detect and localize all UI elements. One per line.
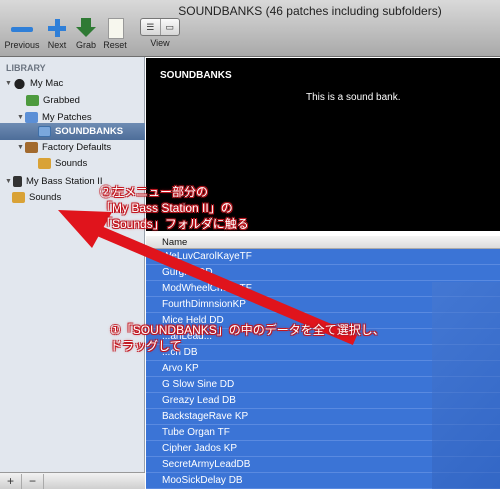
sidebar-item-factory-sounds[interactable]: Sounds [0,155,145,172]
reset-label: Reset [103,40,127,50]
table-row[interactable]: Gurgler DD [146,265,500,281]
sidebar-item-factory-defaults[interactable]: ▼ Factory Defaults [0,139,145,156]
next-label: Next [47,40,67,50]
sidebar-item-soundbanks[interactable]: SOUNDBANKS [0,123,145,140]
disclosure-triangle-icon[interactable]: ▼ [16,114,25,121]
reset-button[interactable]: Reset [100,18,130,50]
previous-icon [9,18,35,38]
sidebar-item-label: Sounds [55,158,88,169]
disclosure-triangle-icon[interactable]: ▼ [16,144,25,151]
sidebar-item-label: My Bass Station II [26,176,103,187]
annotation-line: ドラッグして [110,339,182,353]
disclosure-triangle-icon[interactable]: ▼ [4,178,13,185]
annotation-line: ①「SOUNDBANKS」の中のデータを全て選択し、 [110,323,385,337]
download-arrow-icon [73,18,99,38]
folder-icon [25,112,38,123]
view-segmented-control[interactable]: ☰ ▭ [140,18,180,36]
annotation-line: 「My Bass Station II」の [100,201,233,215]
name-column-header[interactable]: Name [146,236,500,249]
remove-button[interactable]: − [22,473,44,489]
bank-description: This is a sound bank. [306,92,401,103]
sidebar-item-label: My Mac [30,78,64,89]
annotation-line: 「Sounds」フォルダに触る [100,217,249,231]
sounds-icon [38,158,51,169]
disclosure-triangle-icon[interactable]: ▼ [4,80,13,87]
next-button[interactable]: Next [42,18,72,50]
factory-icon [25,142,38,153]
sidebar-item-label: Factory Defaults [42,142,112,153]
detail-view-icon[interactable]: ▭ [159,19,180,35]
sidebar-item-label: Grabbed [43,95,80,106]
annotation-step-1: ①「SOUNDBANKS」の中のデータを全て選択し、 ドラッグして [110,322,385,354]
sidebar-footer: + − [0,472,145,489]
library-heading: LIBRARY [6,63,46,73]
annotation-step-2: ②左メニュー部分の 「My Bass Station II」の 「Sounds」… [100,184,249,232]
previous-label: Previous [4,40,40,50]
previous-button[interactable]: Previous [2,18,42,50]
sidebar-item-label: Sounds [29,192,62,203]
sidebar-item-my-mac[interactable]: ▼ My Mac [0,75,145,92]
document-icon [102,18,128,39]
sidebar-item-label: SOUNDBANKS [55,126,124,137]
plus-icon [44,18,70,38]
drag-preview-overlay [432,282,500,489]
grab-label: Grab [75,40,96,50]
soundbank-icon [38,126,51,137]
sidebar: LIBRARY ▼ My Mac Grabbed ▼ My Patches SO… [0,57,145,489]
grab-button[interactable]: Grab [72,18,100,50]
window-title: SOUNDBANKS (46 patches including subfold… [178,4,442,18]
view-control[interactable]: ☰ ▭ View [138,18,182,48]
annotation-line: ②左メニュー部分の [100,185,209,199]
view-label: View [150,38,170,48]
list-view-icon[interactable]: ☰ [141,19,160,35]
device-icon [13,176,22,187]
bank-title: SOUNDBANKS [160,70,232,81]
apple-icon [13,78,26,89]
table-row[interactable]: WeLuvCarolKayeTF [146,249,500,265]
sounds-icon [12,192,25,203]
toolbar: SOUNDBANKS (46 patches including subfold… [0,0,500,57]
sidebar-item-label: My Patches [42,112,92,123]
folder-icon [26,95,39,106]
add-button[interactable]: + [0,473,22,489]
sidebar-item-grabbed[interactable]: Grabbed [0,92,145,109]
